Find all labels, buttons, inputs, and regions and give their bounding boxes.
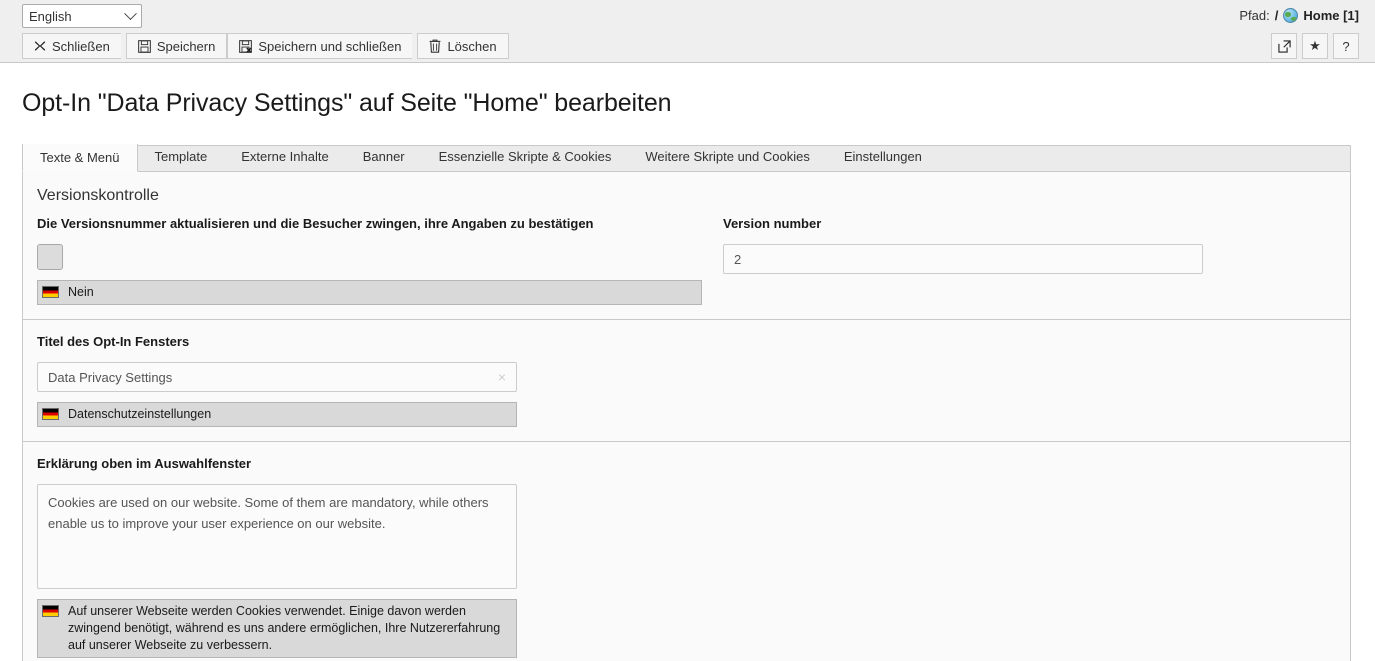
panel-version-control: Versionskontrolle Die Versionsnummer akt… xyxy=(22,172,1351,320)
star-icon: ★ xyxy=(1309,38,1321,53)
version-control-right-column: Version number 2 xyxy=(723,216,1223,305)
explanation-translation: Auf unserer Webseite werden Cookies verw… xyxy=(37,599,517,658)
clear-icon[interactable]: × xyxy=(492,369,506,385)
page-title: Opt-In "Data Privacy Settings" auf Seite… xyxy=(22,89,672,117)
favorite-star-button[interactable]: ★ xyxy=(1302,33,1328,59)
utility-button-group: ★ ? xyxy=(1271,33,1359,59)
version-number-input[interactable]: 2 xyxy=(723,244,1203,274)
opt-in-title-translation: Datenschutzeinstellungen xyxy=(37,402,517,427)
globe-icon xyxy=(1283,8,1299,23)
german-flag-icon xyxy=(42,605,59,617)
floppy-disk-icon xyxy=(137,39,151,53)
delete-button-label: Löschen xyxy=(447,38,497,54)
action-button-group: Schließen Speichern Speichern und schlie… xyxy=(22,33,509,59)
panel-opt-in-title: Titel des Opt-In Fensters Data Privacy S… xyxy=(22,320,1351,442)
top-toolbar: English Schließen Speichern Speichern un… xyxy=(0,0,1375,63)
trash-icon xyxy=(429,39,441,53)
opt-in-title-input[interactable]: Data Privacy Settings × xyxy=(37,362,517,392)
tab-essenzielle-skripte-cookies[interactable]: Essenzielle Skripte & Cookies xyxy=(422,144,629,171)
tab-texte-menu[interactable]: Texte & Menü xyxy=(22,144,138,172)
tab-einstellungen[interactable]: Einstellungen xyxy=(827,144,939,171)
german-flag-icon xyxy=(42,408,59,420)
version-control-left-column: Die Versionsnummer aktualisieren und die… xyxy=(37,216,702,305)
version-update-translation: Nein xyxy=(37,280,702,305)
breadcrumb-current-page[interactable]: Home [1] xyxy=(1303,8,1359,23)
section-title-version-control: Versionskontrolle xyxy=(37,187,159,204)
close-button[interactable]: Schließen xyxy=(22,33,121,59)
language-selector-wrapper: English xyxy=(22,4,142,28)
breadcrumb-separator: / xyxy=(1274,8,1279,23)
version-update-checkbox-label: Die Versionsnummer aktualisieren und die… xyxy=(37,216,594,231)
tab-weitere-skripte-cookies[interactable]: Weitere Skripte und Cookies xyxy=(628,144,827,171)
opt-in-title-translation-text: Datenschutzeinstellungen xyxy=(68,407,212,421)
chevron-down-icon xyxy=(124,6,137,20)
opt-in-title-field-wrapper: Data Privacy Settings × Datenschutzeinst… xyxy=(37,362,517,427)
tab-externe-inhalte[interactable]: Externe Inhalte xyxy=(224,144,345,171)
tab-banner[interactable]: Banner xyxy=(346,144,422,171)
breadcrumb-label: Pfad: xyxy=(1239,8,1270,23)
tab-bar: Texte & Menü Template Externe Inhalte Ba… xyxy=(22,144,1351,172)
language-select[interactable]: English xyxy=(22,4,142,28)
panel-explanation: Erklärung oben im Auswahlfenster Cookies… xyxy=(22,442,1351,661)
save-and-close-button-label: Speichern und schließen xyxy=(258,38,402,54)
breadcrumb: Pfad: / Home [1] xyxy=(1239,8,1359,23)
tab-template[interactable]: Template xyxy=(138,144,225,171)
version-control-columns: Die Versionsnummer aktualisieren und die… xyxy=(37,216,1336,305)
version-update-checkbox[interactable] xyxy=(37,244,63,270)
floppy-disk-close-icon xyxy=(239,39,253,53)
language-select-value: English xyxy=(29,8,72,24)
close-button-label: Schließen xyxy=(52,38,110,54)
opt-in-title-label: Titel des Opt-In Fensters xyxy=(37,334,190,349)
explanation-translation-text: Auf unserer Webseite werden Cookies verw… xyxy=(68,604,501,652)
help-button[interactable]: ? xyxy=(1333,33,1359,59)
save-and-close-button[interactable]: Speichern und schließen xyxy=(227,33,413,59)
save-button-label: Speichern xyxy=(156,38,216,54)
opt-in-title-value: Data Privacy Settings xyxy=(48,369,173,385)
explanation-textarea[interactable]: Cookies are used on our website. Some of… xyxy=(37,484,517,589)
version-update-translation-text: Nein xyxy=(68,285,94,299)
delete-button[interactable]: Löschen xyxy=(417,33,509,59)
explanation-field-wrapper: Cookies are used on our website. Some of… xyxy=(37,484,517,658)
save-button[interactable]: Speichern xyxy=(125,33,228,59)
version-number-value: 2 xyxy=(734,251,742,267)
open-in-new-window-button[interactable] xyxy=(1271,33,1297,59)
german-flag-icon xyxy=(42,286,59,298)
close-x-icon xyxy=(34,40,46,52)
question-mark-icon: ? xyxy=(1342,38,1350,54)
explanation-label: Erklärung oben im Auswahlfenster xyxy=(37,456,252,471)
version-number-label: Version number xyxy=(723,216,822,231)
